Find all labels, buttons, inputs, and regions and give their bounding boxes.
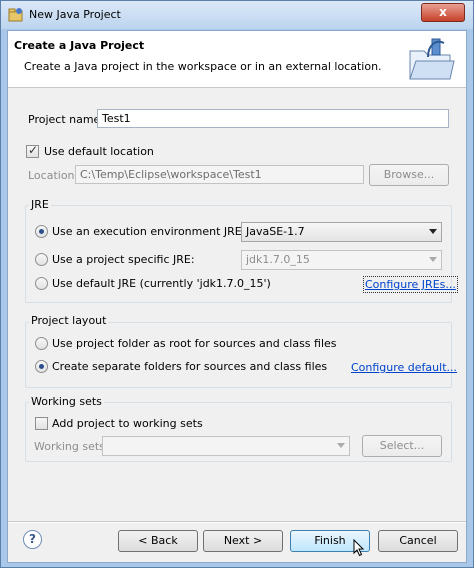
next-button[interactable]: Next > xyxy=(203,530,283,552)
chevron-down-icon xyxy=(429,229,437,234)
back-button[interactable]: < Back xyxy=(118,530,198,552)
chevron-down-icon xyxy=(337,443,345,448)
project-specific-jre-combo[interactable]: jdk1.7.0_15 xyxy=(241,250,442,270)
jre-group-title: JRE xyxy=(29,198,51,211)
project-layout-group xyxy=(25,322,452,388)
use-default-location-checkbox[interactable]: ✓ xyxy=(26,143,39,158)
chevron-down-icon xyxy=(429,257,437,262)
exec-env-combo[interactable]: JavaSE-1.7 xyxy=(241,222,442,242)
configure-jres-link[interactable]: Configure JREs... xyxy=(363,276,458,293)
dialog-client-area: Create a Java Project Create a Java proj… xyxy=(7,30,467,563)
separate-folders-radio[interactable] xyxy=(35,360,48,373)
dialog-window: New Java Project x Create a Java Project… xyxy=(0,0,474,568)
project-specific-jre-label: Use a project specific JRE: xyxy=(52,253,195,266)
use-default-location-label: Use default location xyxy=(44,145,154,158)
separate-folders-label: Create separate folders for sources and … xyxy=(52,360,328,373)
browse-button[interactable]: Browse... xyxy=(369,164,449,186)
project-specific-jre-value: jdk1.7.0_15 xyxy=(246,253,310,266)
working-sets-combo[interactable] xyxy=(102,436,350,456)
help-icon[interactable]: ? xyxy=(23,530,42,549)
add-to-working-sets-label: Add project to working sets xyxy=(52,417,203,430)
title-bar[interactable]: New Java Project x xyxy=(1,1,473,29)
project-name-input[interactable]: Test1 xyxy=(97,109,449,128)
eclipse-project-icon xyxy=(8,8,23,22)
select-working-sets-button[interactable]: Select... xyxy=(362,435,442,457)
cancel-button[interactable]: Cancel xyxy=(378,530,458,552)
configure-default-link[interactable]: Configure default... xyxy=(351,361,457,374)
exec-env-label: Use an execution environment JRE: xyxy=(52,225,246,238)
close-button[interactable]: x xyxy=(421,3,465,22)
project-root-label: Use project folder as root for sources a… xyxy=(52,337,337,350)
project-name-label: Project name: xyxy=(28,113,105,126)
default-jre-radio[interactable] xyxy=(35,277,48,290)
wizard-header: Create a Java Project Create a Java proj… xyxy=(8,31,466,88)
location-input[interactable]: C:\Temp\Eclipse\workspace\Test1 xyxy=(75,165,364,184)
project-root-radio[interactable] xyxy=(35,337,48,350)
footer-separator xyxy=(8,521,466,523)
new-java-project-icon xyxy=(409,38,455,80)
mouse-cursor-icon xyxy=(353,539,365,557)
working-sets-label: Working sets: xyxy=(34,440,109,453)
default-jre-label: Use default JRE (currently 'jdk1.7.0_15'… xyxy=(52,277,271,290)
location-label: Location: xyxy=(28,169,79,182)
page-title: Create a Java Project xyxy=(14,39,145,52)
window-title: New Java Project xyxy=(29,8,121,21)
page-description: Create a Java project in the workspace o… xyxy=(24,60,382,73)
project-layout-group-title: Project layout xyxy=(29,314,109,327)
add-to-working-sets-checkbox[interactable] xyxy=(35,417,48,430)
working-sets-group-title: Working sets xyxy=(29,395,104,408)
project-specific-jre-radio[interactable] xyxy=(35,253,48,266)
exec-env-value: JavaSE-1.7 xyxy=(246,225,305,238)
checkmark-icon: ✓ xyxy=(28,143,39,157)
exec-env-radio[interactable] xyxy=(35,225,48,238)
